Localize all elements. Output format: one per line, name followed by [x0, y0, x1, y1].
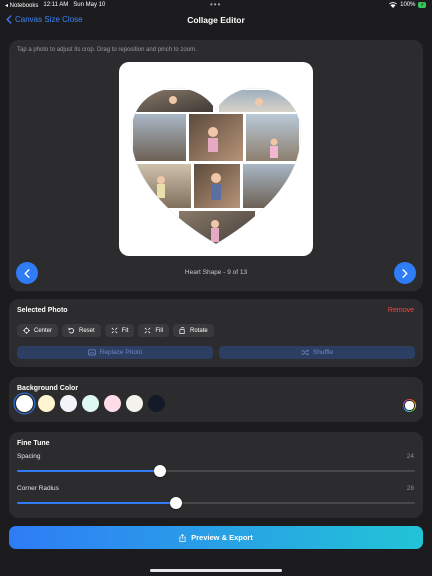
multitask-dots[interactable]: •••	[210, 0, 221, 9]
selected-photo-panel: Selected Photo Remove Center Reset Fit F…	[9, 299, 423, 367]
shuffle-label: Shuffle	[312, 349, 334, 356]
home-indicator	[150, 569, 282, 572]
fill-button[interactable]: Fill	[138, 324, 170, 337]
export-label: Preview & Export	[191, 533, 253, 542]
background-color-panel: Background Color	[9, 377, 423, 422]
slider-thumb[interactable]	[170, 497, 183, 509]
slider-fill	[17, 502, 177, 504]
corner-radius-value: 28	[406, 485, 414, 492]
canvas-hint: Tap a photo to adjust its crop. Drag to …	[17, 47, 197, 53]
color-swatch[interactable]	[16, 395, 33, 412]
status-app[interactable]: ◂ Notebooks	[5, 2, 38, 9]
replace-photo-button[interactable]: Replace Photo	[17, 346, 213, 359]
corner-radius-slider[interactable]	[17, 497, 415, 509]
slider-fill	[17, 470, 161, 472]
spacing-slider[interactable]	[17, 465, 415, 477]
replace-photo-label: Replace Photo	[99, 349, 143, 356]
color-swatches	[16, 395, 165, 412]
reset-label: Reset	[79, 327, 95, 334]
photo-icon	[87, 349, 96, 356]
fit-label: Fit	[121, 327, 129, 334]
center-label: Center	[34, 327, 53, 334]
color-swatch[interactable]	[82, 395, 99, 412]
wifi-icon	[389, 2, 398, 8]
corner-radius-label: Corner Radius	[17, 485, 59, 492]
preview-export-button[interactable]: Preview & Export	[9, 526, 423, 549]
fine-tune-panel: Fine Tune Spacing 24 Corner Radius 28	[9, 432, 423, 518]
rotate-button[interactable]: Rotate	[173, 324, 214, 337]
shuffle-icon	[301, 349, 309, 356]
collage-photo[interactable]	[189, 114, 243, 161]
center-button[interactable]: Center	[17, 324, 59, 337]
collage-photo[interactable]	[243, 164, 299, 208]
reset-button[interactable]: Reset	[62, 324, 101, 337]
section-title: Fine Tune	[17, 440, 50, 447]
status-bar: ◂ Notebooks 12:11 AM Sun May 10 ••• 100%…	[0, 0, 432, 10]
fit-button[interactable]: Fit	[104, 324, 135, 337]
page-title: Collage Editor	[187, 15, 245, 25]
slider-thumb[interactable]	[154, 465, 167, 477]
color-swatch[interactable]	[148, 395, 165, 412]
color-wheel-icon[interactable]	[403, 399, 416, 412]
section-title: Background Color	[17, 385, 79, 392]
canvas-panel: Tap a photo to adjust its crop. Drag to …	[9, 40, 423, 291]
rotate-icon	[179, 327, 185, 334]
status-right: 100% ⚡	[389, 2, 426, 8]
status-time: 12:11 AM	[43, 2, 69, 8]
collage-canvas[interactable]	[119, 62, 313, 256]
undo-icon	[68, 327, 75, 334]
collage-photo[interactable]	[133, 114, 186, 161]
spacing-label: Spacing	[17, 453, 41, 460]
fill-icon	[144, 327, 151, 334]
status-left: ◂ Notebooks 12:11 AM Sun May 10	[5, 2, 105, 9]
remove-button[interactable]: Remove	[388, 307, 414, 314]
layout-label: Heart Shape - 9 of 13	[184, 269, 248, 276]
heart-collage[interactable]	[119, 62, 313, 256]
battery-percent: 100%	[400, 2, 416, 8]
status-date: Sun May 10	[73, 2, 106, 8]
battery-icon: ⚡	[418, 2, 426, 8]
photo-tools: Center Reset Fit Fill Rotate	[17, 324, 214, 337]
color-swatch[interactable]	[38, 395, 55, 412]
nav-bar: Canvas Size Close Collage Editor	[0, 12, 432, 30]
section-title: Selected Photo	[17, 307, 68, 314]
spacing-value: 24	[406, 453, 414, 460]
shuffle-button[interactable]: Shuffle	[219, 346, 415, 359]
share-icon	[179, 533, 186, 542]
crosshair-icon	[23, 327, 30, 334]
fill-label: Fill	[155, 327, 164, 334]
color-swatch[interactable]	[60, 395, 77, 412]
color-swatch[interactable]	[104, 395, 121, 412]
fit-icon	[111, 327, 118, 334]
next-layout-button[interactable]	[394, 262, 416, 284]
chevron-right-icon	[402, 268, 408, 278]
color-swatch[interactable]	[126, 395, 143, 412]
rotate-label: Rotate	[190, 327, 208, 334]
